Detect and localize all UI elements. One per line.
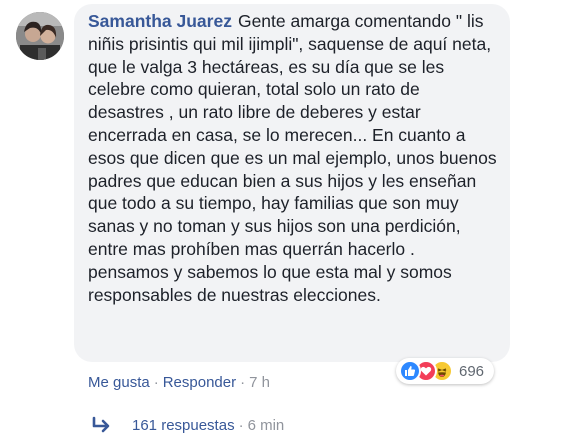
replies-timestamp: 6 min xyxy=(247,416,285,434)
comment-author[interactable]: Samantha Juarez xyxy=(88,11,232,31)
separator: · xyxy=(238,416,244,434)
reply-arrow-icon xyxy=(90,416,114,434)
like-button[interactable]: Me gusta xyxy=(88,374,150,391)
reply-button[interactable]: Responder xyxy=(163,374,236,391)
view-replies[interactable]: 161 respuestas · 6 min xyxy=(90,416,284,434)
reactions-summary[interactable]: 696 xyxy=(396,358,495,384)
separator: · xyxy=(153,374,159,391)
separator: · xyxy=(240,374,246,391)
avatar[interactable] xyxy=(16,12,64,60)
reaction-count: 696 xyxy=(459,362,485,380)
like-icon xyxy=(399,360,421,382)
comment-actions: Me gusta · Responder · 7 h xyxy=(88,374,270,391)
comment-text: Gente amarga comentando " lis niñis pris… xyxy=(88,11,497,305)
comment-body: Samantha Juarez Gente amarga comentando "… xyxy=(88,10,498,306)
avatar-image xyxy=(16,12,64,60)
comment-timestamp[interactable]: 7 h xyxy=(249,374,270,391)
comment-bubble: Samantha Juarez Gente amarga comentando "… xyxy=(74,4,510,362)
replies-count-link[interactable]: 161 respuestas xyxy=(132,417,235,434)
